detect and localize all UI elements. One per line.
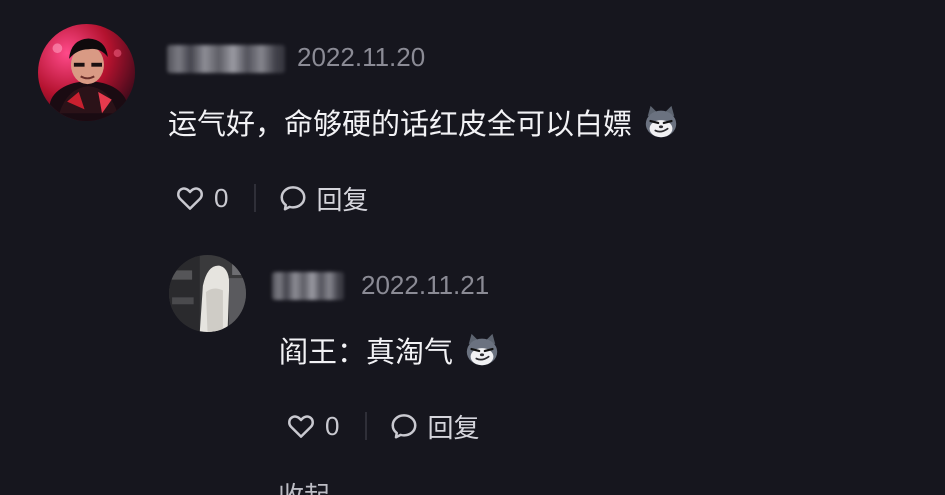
reply-label: 回复 bbox=[427, 413, 480, 444]
collapse-label: 收起 bbox=[278, 482, 330, 495]
comment-thread: 2022.11.20 运气好，命够硬的话红皮全可以白嫖 0 回复 2022.11… bbox=[0, 0, 945, 495]
action-divider bbox=[254, 184, 257, 212]
like-count: 0 bbox=[214, 182, 229, 213]
reply-like-count: 0 bbox=[325, 410, 340, 441]
replier-avatar[interactable] bbox=[169, 255, 246, 332]
reply-reply-button[interactable]: 回复 bbox=[389, 408, 479, 445]
reply-text: 阎王：真淘气 bbox=[279, 335, 454, 369]
heart-icon bbox=[175, 183, 205, 213]
heart-icon bbox=[286, 411, 316, 441]
collapse-link-partial[interactable]: 收起 bbox=[278, 481, 330, 495]
comment-text: 运气好，命够硬的话红皮全可以白嫖 bbox=[168, 107, 633, 141]
like-button[interactable]: 0 bbox=[175, 183, 228, 214]
comment-timestamp: 2022.11.20 bbox=[297, 42, 426, 72]
reply-label: 回复 bbox=[316, 185, 369, 216]
replier-username-redacted[interactable] bbox=[272, 272, 344, 300]
action-divider bbox=[365, 412, 368, 440]
smirk-cat-emoji-icon bbox=[463, 331, 501, 369]
reply-button[interactable]: 回复 bbox=[278, 180, 368, 217]
speech-bubble-icon bbox=[278, 183, 308, 213]
reply-actions: 0 回复 bbox=[286, 408, 479, 445]
comment-body: 运气好，命够硬的话红皮全可以白嫖 bbox=[168, 100, 680, 144]
speech-bubble-icon bbox=[389, 411, 419, 441]
commenter-username-redacted[interactable] bbox=[167, 45, 285, 73]
reply-like-button[interactable]: 0 bbox=[286, 411, 339, 442]
smirk-cat-emoji-icon bbox=[642, 103, 680, 141]
commenter-avatar[interactable] bbox=[38, 24, 135, 121]
reply-timestamp: 2022.11.21 bbox=[361, 270, 490, 300]
reply-body: 阎王：真淘气 bbox=[279, 328, 501, 372]
comment-actions: 0 回复 bbox=[175, 180, 368, 217]
